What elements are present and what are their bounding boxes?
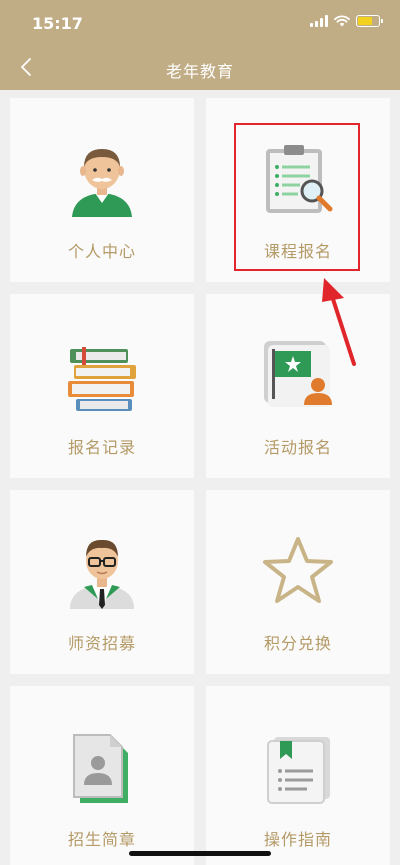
- tile-enrollment-records[interactable]: 报名记录: [10, 294, 194, 478]
- home-indicator[interactable]: [129, 851, 271, 856]
- status-icons: [310, 15, 383, 27]
- tile-admissions-brochure[interactable]: 招生简章: [10, 686, 194, 865]
- tile-personal-center[interactable]: 个人中心: [10, 98, 194, 282]
- app-header: 15:17 老年教育: [0, 0, 400, 90]
- status-time: 15:17: [32, 14, 83, 33]
- cellular-signal-icon: [310, 15, 328, 27]
- flag-person-icon: [253, 330, 343, 420]
- menu-grid: 个人中心 课程报名 报名记录 活动报名 师资招募 积分兑换 招生简章 操作指南: [10, 98, 390, 865]
- book-stack-icon: [57, 330, 147, 420]
- wifi-icon: [334, 15, 350, 27]
- tile-activity-enrollment[interactable]: 活动报名: [206, 294, 390, 478]
- teacher-icon: [57, 526, 147, 616]
- tile-label: 报名记录: [67, 438, 136, 457]
- tile-label: 操作指南: [263, 830, 332, 849]
- tile-points-redemption[interactable]: 积分兑换: [206, 490, 390, 674]
- tile-operation-guide[interactable]: 操作指南: [206, 686, 390, 865]
- star-icon: [253, 526, 343, 616]
- page-title: 老年教育: [165, 62, 234, 81]
- tile-label: 个人中心: [67, 242, 136, 261]
- battery-icon: [356, 15, 383, 27]
- document-person-icon: [57, 722, 147, 812]
- guide-book-icon: [253, 722, 343, 812]
- tile-label: 活动报名: [263, 438, 332, 457]
- tile-label: 师资招募: [67, 634, 136, 653]
- clipboard-search-icon: [253, 134, 343, 224]
- tile-label: 积分兑换: [263, 634, 332, 653]
- tile-course-enrollment[interactable]: 课程报名: [206, 98, 390, 282]
- tile-label: 课程报名: [263, 242, 332, 261]
- user-avatar-icon: [57, 134, 147, 224]
- battery-level: [358, 17, 372, 25]
- tile-teacher-recruitment[interactable]: 师资招募: [10, 490, 194, 674]
- tile-label: 招生简章: [67, 830, 136, 849]
